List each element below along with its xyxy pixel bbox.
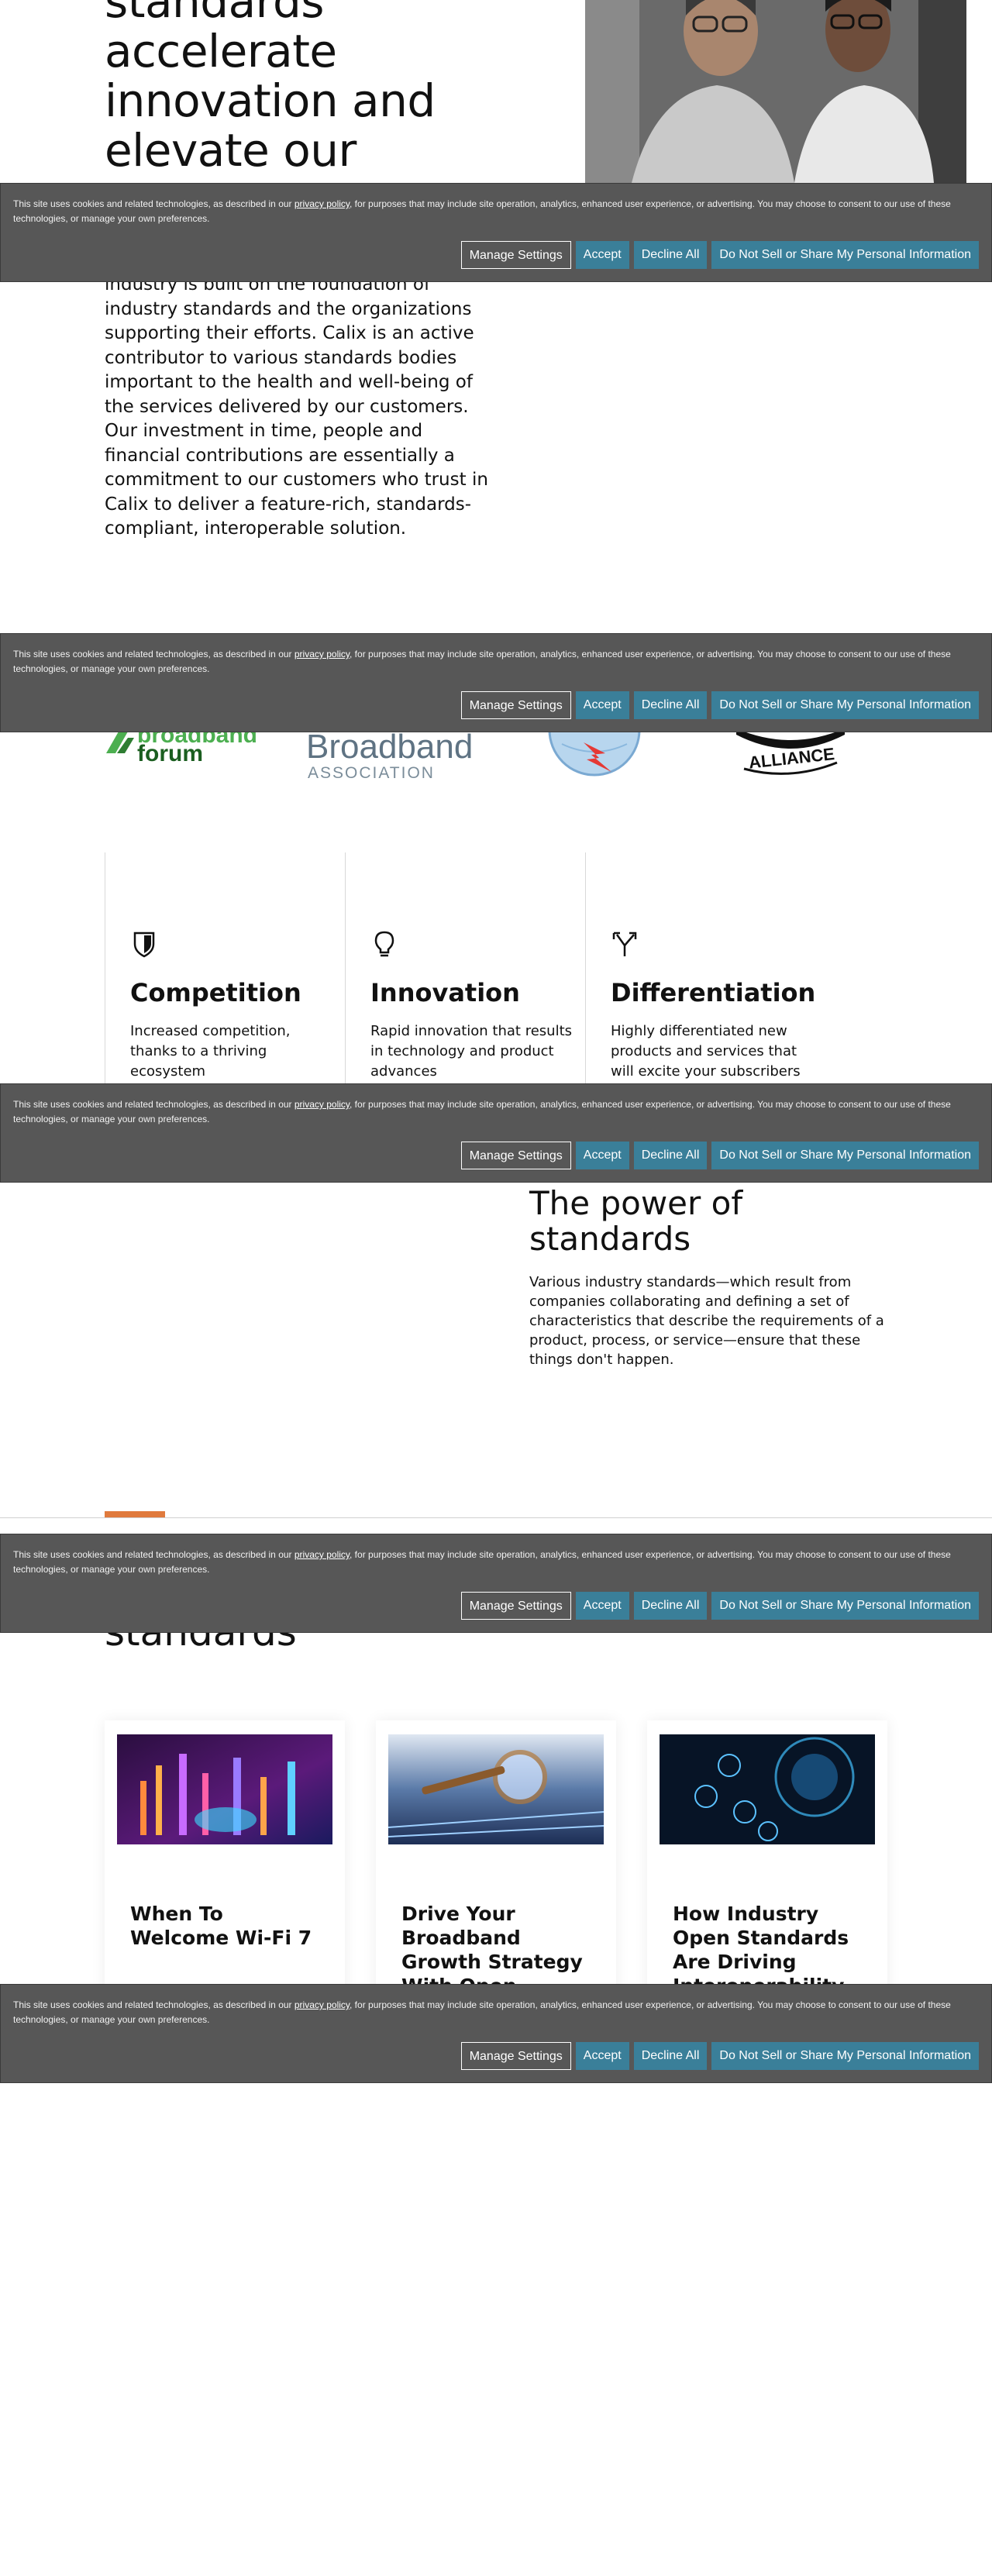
cookie-buttons: Manage Settings Accept Decline All Do No… xyxy=(460,1592,979,1620)
accept-button[interactable]: Accept xyxy=(575,2042,629,2070)
hero-body-text: industry is built on the foundation of i… xyxy=(105,274,488,539)
cookie-buttons: Manage Settings Accept Decline All Do No… xyxy=(460,2042,979,2070)
cookie-buttons: Manage Settings Accept Decline All Do No… xyxy=(460,1142,979,1169)
accept-button[interactable]: Accept xyxy=(575,1142,629,1169)
split-arrow-icon xyxy=(612,932,637,956)
hero-title: standards accelerate innovation and elev… xyxy=(105,0,508,175)
accept-button[interactable]: Accept xyxy=(575,691,629,719)
cookie-text: This site uses cookies and related techn… xyxy=(13,647,982,677)
decline-all-button[interactable]: Decline All xyxy=(633,2042,708,2070)
logo-association-word: ASSOCIATION xyxy=(308,764,435,782)
accent-bar xyxy=(105,1511,165,1517)
cookie-text-part: This site uses cookies and related techn… xyxy=(13,1099,294,1110)
article-card[interactable]: How Industry Open Standards Are Driving … xyxy=(647,1720,887,2007)
article-card[interactable]: When To Welcome Wi-Fi 7 xyxy=(105,1720,345,2007)
pillar-competition: Competition Increased competition, thank… xyxy=(105,852,345,1100)
cookie-banner: This site uses cookies and related techn… xyxy=(0,1083,992,1183)
article-title: When To Welcome Wi-Fi 7 xyxy=(130,1903,312,1949)
article-thumbnail xyxy=(117,1734,332,1844)
decline-all-button[interactable]: Decline All xyxy=(633,691,708,719)
cookie-text: This site uses cookies and related techn… xyxy=(13,1998,982,2027)
decline-all-button[interactable]: Decline All xyxy=(633,1142,708,1169)
power-title: The power of standards xyxy=(529,1186,901,1257)
section-divider xyxy=(0,1517,992,1518)
cookie-text: This site uses cookies and related techn… xyxy=(13,197,982,226)
decline-all-button[interactable]: Decline All xyxy=(633,1592,708,1620)
privacy-policy-link[interactable]: privacy policy xyxy=(294,1099,350,1110)
hero-title-line: accelerate xyxy=(105,25,337,77)
cookie-buttons: Manage Settings Accept Decline All Do No… xyxy=(460,241,979,269)
manage-settings-button[interactable]: Manage Settings xyxy=(460,1142,571,1169)
privacy-policy-link[interactable]: privacy policy xyxy=(294,198,350,209)
pillar-text: Rapid innovation that results in technol… xyxy=(370,1023,573,1080)
cookie-buttons: Manage Settings Accept Decline All Do No… xyxy=(460,691,979,719)
hero-title-line: innovation and xyxy=(105,74,436,127)
power-title-line: standards xyxy=(529,1220,691,1258)
pillar-differentiation: Differentiation Highly differentiated ne… xyxy=(585,852,825,1100)
hero-photo xyxy=(585,0,966,183)
lightbulb-icon xyxy=(374,931,394,957)
article-thumbnail xyxy=(388,1734,604,1844)
shield-icon xyxy=(133,932,155,958)
manage-settings-button[interactable]: Manage Settings xyxy=(460,691,571,719)
cookie-text: This site uses cookies and related techn… xyxy=(13,1097,982,1127)
accept-button[interactable]: Accept xyxy=(575,241,629,269)
privacy-policy-link[interactable]: privacy policy xyxy=(294,1549,350,1560)
manage-settings-button[interactable]: Manage Settings xyxy=(460,2042,571,2070)
cookie-banner: This site uses cookies and related techn… xyxy=(0,633,992,732)
do-not-sell-button[interactable]: Do Not Sell or Share My Personal Informa… xyxy=(711,241,979,269)
privacy-policy-link[interactable]: privacy policy xyxy=(294,649,350,659)
cookie-banner: This site uses cookies and related techn… xyxy=(0,1534,992,1633)
cookie-text-part: This site uses cookies and related techn… xyxy=(13,1549,294,1560)
accept-button[interactable]: Accept xyxy=(575,1592,629,1620)
cookie-text: This site uses cookies and related techn… xyxy=(13,1548,982,1577)
power-body-text: Various industry standards—which result … xyxy=(529,1274,884,1368)
privacy-policy-link[interactable]: privacy policy xyxy=(294,1999,350,2010)
pillar-title: Differentiation xyxy=(611,978,816,1007)
pillar-text: Increased competition, thanks to a thriv… xyxy=(130,1023,291,1080)
pillar-text: Highly differentiated new products and s… xyxy=(611,1023,801,1080)
article-thumbnail xyxy=(660,1734,875,1844)
do-not-sell-button[interactable]: Do Not Sell or Share My Personal Informa… xyxy=(711,1592,979,1620)
logo-forum-text: forum xyxy=(137,741,203,766)
cookie-banner: This site uses cookies and related techn… xyxy=(0,183,992,282)
do-not-sell-button[interactable]: Do Not Sell or Share My Personal Informa… xyxy=(711,2042,979,2070)
do-not-sell-button[interactable]: Do Not Sell or Share My Personal Informa… xyxy=(711,691,979,719)
hero-title-line: standards xyxy=(105,0,324,28)
pillar-title: Competition xyxy=(130,978,301,1007)
cookie-text-part: This site uses cookies and related techn… xyxy=(13,1999,294,2010)
do-not-sell-button[interactable]: Do Not Sell or Share My Personal Informa… xyxy=(711,1142,979,1169)
pillar-title: Innovation xyxy=(370,978,520,1007)
pillar-innovation: Innovation Rapid innovation that results… xyxy=(345,852,585,1100)
power-title-line: The power of xyxy=(529,1184,743,1222)
decline-all-button[interactable]: Decline All xyxy=(633,241,708,269)
cookie-banner: This site uses cookies and related techn… xyxy=(0,1984,992,2083)
logo-broadband-word: Broadband xyxy=(306,728,473,766)
hero-title-line: elevate our xyxy=(105,124,356,177)
cookie-text-part: This site uses cookies and related techn… xyxy=(13,649,294,659)
manage-settings-button[interactable]: Manage Settings xyxy=(460,241,571,269)
article-card[interactable]: Drive Your Broadband Growth Strategy Wit… xyxy=(376,1720,616,2021)
manage-settings-button[interactable]: Manage Settings xyxy=(460,1592,571,1620)
cookie-text-part: This site uses cookies and related techn… xyxy=(13,198,294,209)
